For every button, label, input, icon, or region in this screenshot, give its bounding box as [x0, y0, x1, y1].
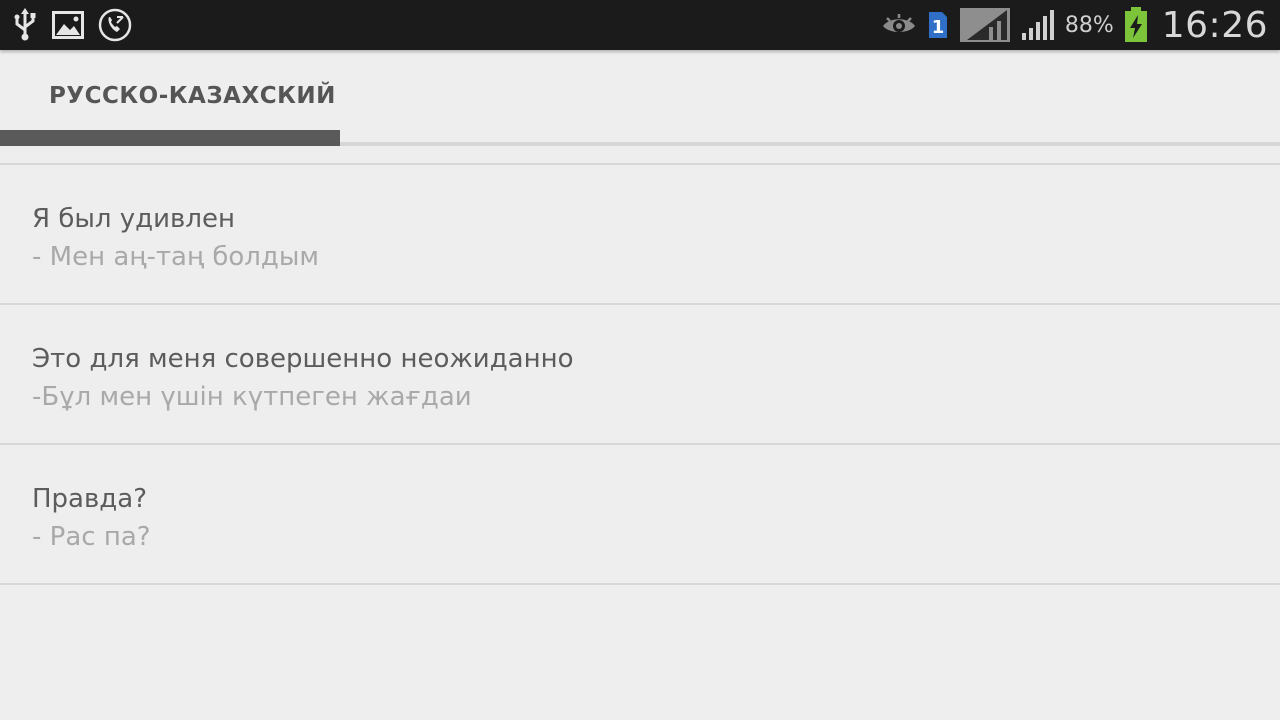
- image-icon: [52, 11, 84, 39]
- phrase-russian: Это для меня совершенно неожиданно: [32, 344, 574, 374]
- battery-icon: [1124, 7, 1148, 43]
- phrase-russian: Правда?: [32, 484, 148, 514]
- eye-icon: [881, 12, 917, 38]
- status-notifications: [0, 8, 132, 42]
- phone-call-icon: [98, 8, 132, 42]
- battery-percent: 88%: [1064, 12, 1114, 38]
- tab-indicator: [0, 130, 340, 146]
- tab-label: РУССКО-КАЗАХСКИЙ: [49, 83, 336, 109]
- usb-icon: [12, 8, 38, 42]
- phrase-russian: Я был удивлен: [32, 204, 235, 234]
- phrase-kazakh: - Рас па?: [32, 522, 151, 552]
- list-item[interactable]: Правда? - Рас па?: [0, 445, 1280, 585]
- status-system: 1 88% 16:26: [881, 5, 1280, 46]
- phrase-kazakh: -Бұл мен үшін күтпеген жағдаи: [32, 382, 472, 412]
- sim-icon: 1: [927, 10, 949, 40]
- status-bar: 1 88% 16:26: [0, 0, 1280, 50]
- signal-icon-1: [959, 7, 1011, 43]
- clock: 16:26: [1161, 4, 1268, 46]
- sim-number: 1: [932, 17, 945, 38]
- list-item[interactable]: Я был удивлен - Мен аң-таң болдым: [0, 165, 1280, 305]
- signal-icon-2: [1021, 9, 1055, 41]
- phrase-kazakh: - Мен аң-таң болдым: [32, 242, 320, 272]
- list-item[interactable]: Это для меня совершенно неожиданно -Бұл …: [0, 305, 1280, 445]
- phrase-list: Я был удивлен - Мен аң-таң болдым Это дл…: [0, 163, 1280, 585]
